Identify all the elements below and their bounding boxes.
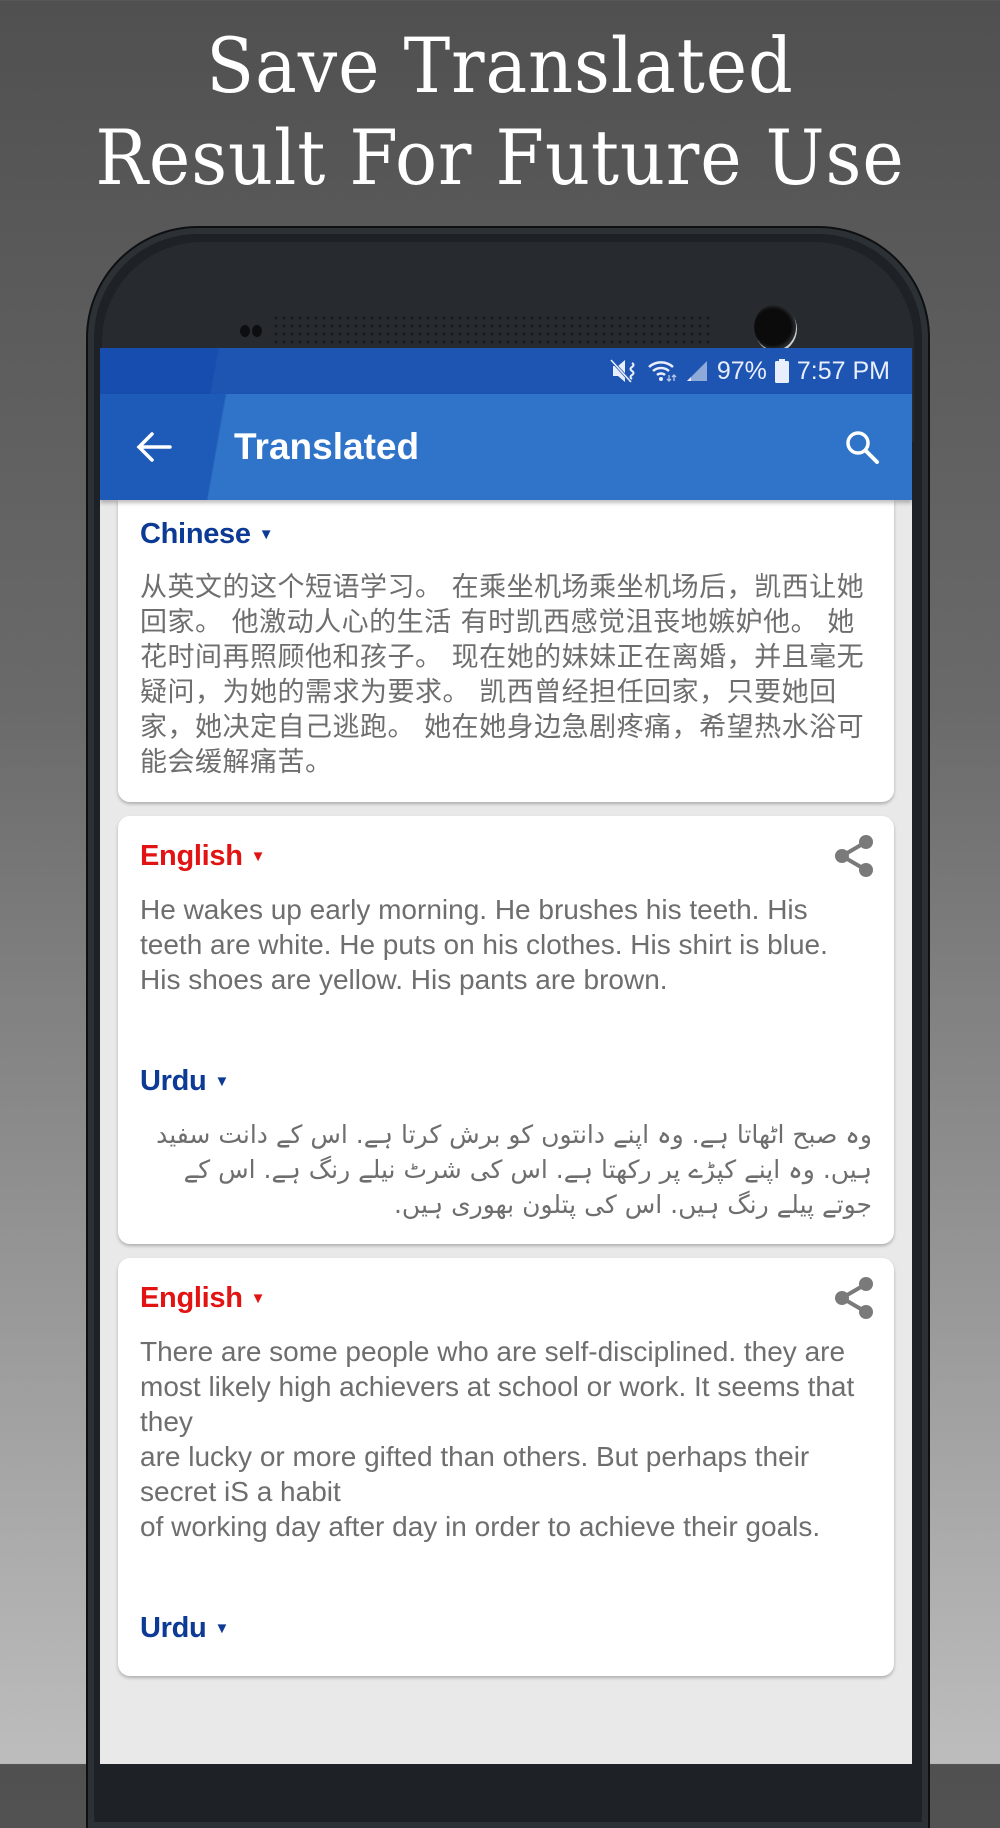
share-button[interactable] [832,1274,876,1322]
vibrate-mute-icon [609,358,639,384]
earpiece-speaker [272,314,712,346]
source-language-selector[interactable]: English ▼ [140,830,872,882]
back-button[interactable] [124,417,184,477]
signal-icon [685,360,709,382]
target-language-selector[interactable]: Urdu ▼ [140,1602,872,1654]
share-icon [835,835,873,877]
share-icon [835,1277,873,1319]
translation-card: Chinese ▼ 从英文的这个短语学习。 在乘坐机场乘坐机场后，凯西让她回家。… [118,500,894,802]
target-language-label: Chinese [140,517,251,550]
sensor-icon [240,324,264,342]
translation-card: English ▼ There are some people who are … [118,1258,894,1676]
page-title: Translated [234,426,420,467]
share-button[interactable] [832,832,876,880]
battery-percent: 97% [716,356,767,385]
front-camera-icon [754,304,796,350]
caret-down-icon: ▼ [214,1619,230,1637]
search-button[interactable] [834,419,890,475]
wifi-icon [647,359,677,383]
translation-list[interactable]: Chinese ▼ 从英文的这个短语学习。 在乘坐机场乘坐机场后，凯西让她回家。… [100,500,912,1764]
search-icon [846,431,879,464]
clock: 7:57 PM [796,356,890,385]
status-bar: 97% 7:57 PM [100,348,912,394]
caret-down-icon: ▼ [250,847,266,865]
source-text: There are some people who are self-disci… [140,1336,855,1542]
target-language-selector[interactable]: Urdu ▼ [140,1055,872,1107]
headline-line-1: Save Translated [206,21,794,110]
caret-down-icon: ▼ [250,1289,266,1307]
target-language-selector[interactable]: Chinese ▼ [140,508,872,560]
target-language-label: Urdu [140,1611,207,1644]
phone-screen: 97% 7:57 PM Translated Chinese ▼ 从英文的这个短… [100,348,912,1764]
source-language-selector[interactable]: English ▼ [140,1272,872,1324]
source-text: He wakes up early morning. He brushes hi… [140,894,828,995]
target-text: وہ صبح اٹھاتا ہے. وہ اپنے دانتوں کو برش … [156,1120,872,1219]
translation-card: English ▼ He wakes up early morning. He … [118,816,894,1244]
battery-icon [774,359,789,383]
promo-headline: Save Translated Result For Future Use [40,20,960,204]
source-language-label: English [140,1281,243,1314]
caret-down-icon: ▼ [258,525,274,543]
arrow-left-icon [136,432,172,462]
source-language-label: English [140,839,243,872]
headline-line-2: Result For Future Use [95,113,905,202]
target-language-label: Urdu [140,1064,207,1097]
caret-down-icon: ▼ [214,1072,230,1090]
target-text: 从英文的这个短语学习。 在乘坐机场乘坐机场后，凯西让她回家。 他激动人心的生活 … [140,572,865,778]
app-bar: Translated [100,394,912,500]
